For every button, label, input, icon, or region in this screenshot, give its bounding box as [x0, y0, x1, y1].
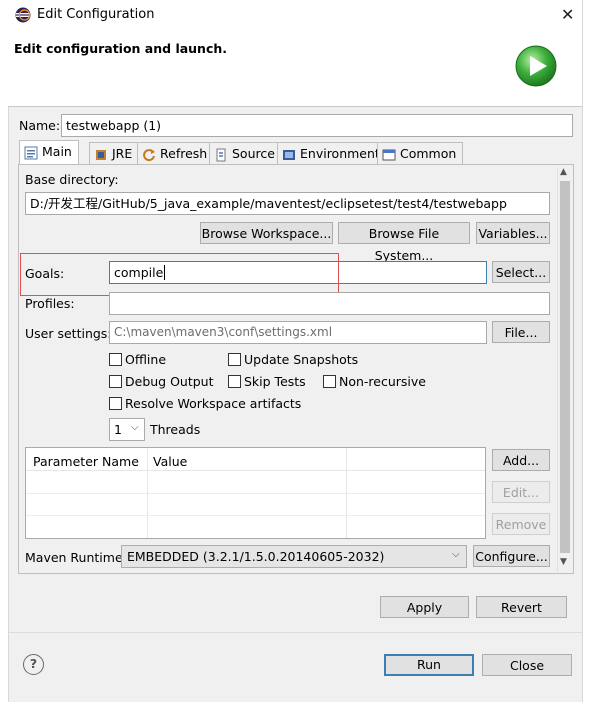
tab-main-label: Main	[42, 144, 72, 159]
scroll-down-icon[interactable]: ▼	[560, 557, 567, 567]
tab-common-label: Common	[400, 146, 457, 161]
run-button[interactable]: Run	[384, 654, 474, 676]
tab-refresh-label: Refresh	[160, 146, 208, 161]
row-divider	[26, 493, 485, 494]
footer-separator	[8, 632, 582, 633]
title-bar[interactable]: Edit Configuration ✕	[8, 0, 582, 32]
background-window-strip-right	[582, 0, 592, 702]
update-snapshots-label: Update Snapshots	[244, 352, 359, 367]
refresh-icon	[143, 148, 155, 161]
offline-label: Offline	[125, 352, 167, 367]
column-header-value[interactable]: Value	[153, 454, 187, 469]
window-title: Edit Configuration	[37, 7, 155, 22]
name-label: Name:	[19, 118, 61, 133]
debug-output-label: Debug Output	[125, 374, 214, 389]
user-settings-value: C:\maven\maven3\conf\settings.xml	[114, 325, 333, 339]
chevron-down-icon: ⌵	[452, 549, 460, 560]
base-directory-value: D:/开发工程/GitHub/5_java_example/maventest/…	[30, 196, 507, 211]
chevron-down-icon: ⌵	[131, 422, 139, 433]
profiles-input[interactable]	[109, 292, 550, 315]
name-input-value: testwebapp (1)	[66, 118, 162, 133]
resolve-workspace-checkbox[interactable]	[109, 397, 122, 410]
environment-icon	[283, 149, 295, 160]
source-icon	[216, 148, 226, 161]
tab-source-label: Source	[232, 146, 275, 161]
revert-button[interactable]: Revert	[476, 596, 567, 618]
non-recursive-label: Non-recursive	[339, 374, 426, 389]
debug-output-checkbox[interactable]	[109, 375, 122, 388]
jre-icon	[96, 149, 106, 160]
threads-select[interactable]: 1 ⌵	[109, 418, 145, 441]
close-button[interactable]: Close	[482, 654, 572, 676]
file-button[interactable]: File...	[492, 321, 550, 343]
tab-source[interactable]: Source	[209, 142, 282, 164]
maven-runtime-label: Maven Runtime:	[25, 550, 127, 565]
help-icon[interactable]: ?	[23, 654, 44, 675]
tab-jre-label: JRE	[112, 146, 133, 161]
tab-environment-label: Environment	[300, 146, 380, 161]
base-directory-label: Base directory:	[25, 172, 119, 187]
column-header-parameter-name[interactable]: Parameter Name	[33, 454, 139, 469]
banner-heading: Edit configuration and launch.	[14, 41, 228, 56]
offline-checkbox[interactable]	[109, 353, 122, 366]
main-tab-icon	[24, 146, 38, 159]
apply-button[interactable]: Apply	[380, 596, 469, 618]
parameter-table[interactable]: Parameter Name Value	[25, 447, 486, 539]
threads-label: Threads	[150, 422, 201, 437]
browse-workspace-button[interactable]: Browse Workspace...	[200, 222, 333, 244]
tab-main[interactable]: Main	[19, 140, 79, 165]
threads-value: 1	[114, 422, 122, 437]
close-icon[interactable]: ✕	[561, 5, 574, 24]
profiles-label: Profiles:	[25, 296, 75, 311]
browse-file-system-button[interactable]: Browse File System...	[338, 222, 470, 263]
remove-parameter-button[interactable]: Remove	[492, 513, 550, 535]
variables-button[interactable]: Variables...	[476, 222, 550, 244]
highlight-annotation-box	[20, 253, 339, 296]
non-recursive-checkbox[interactable]	[323, 375, 336, 388]
scroll-up-icon[interactable]: ▲	[560, 167, 567, 177]
tab-jre[interactable]: JRE	[89, 142, 140, 164]
eclipse-icon	[15, 7, 31, 23]
vertical-scrollbar[interactable]: ▲ ▼	[557, 167, 572, 572]
maven-runtime-select[interactable]: EMBEDDED (3.2.1/1.5.0.20140605-2032) ⌵	[121, 545, 467, 568]
common-icon	[382, 149, 396, 160]
tab-environment[interactable]: Environment	[277, 142, 387, 164]
skip-tests-checkbox[interactable]	[228, 375, 241, 388]
add-parameter-button[interactable]: Add...	[492, 449, 550, 471]
user-settings-input[interactable]: C:\maven\maven3\conf\settings.xml	[109, 321, 487, 344]
select-goals-button[interactable]: Select...	[492, 261, 550, 283]
edit-parameter-button[interactable]: Edit...	[492, 481, 550, 503]
base-directory-input[interactable]: D:/开发工程/GitHub/5_java_example/maventest/…	[25, 192, 550, 215]
name-input[interactable]: testwebapp (1)	[61, 114, 573, 137]
skip-tests-label: Skip Tests	[244, 374, 306, 389]
resolve-workspace-label: Resolve Workspace artifacts	[125, 396, 302, 411]
update-snapshots-checkbox[interactable]	[228, 353, 241, 366]
maven-runtime-value: EMBEDDED (3.2.1/1.5.0.20140605-2032)	[127, 549, 385, 564]
run-launch-icon	[515, 45, 557, 87]
tab-refresh[interactable]: Refresh	[137, 142, 215, 164]
tab-common[interactable]: Common	[377, 142, 464, 164]
configure-runtime-button[interactable]: Configure...	[473, 545, 550, 567]
user-settings-label: User settings:	[25, 326, 112, 341]
dialog-banner: Edit configuration and launch.	[8, 32, 582, 107]
scrollbar-thumb[interactable]	[560, 181, 570, 553]
row-divider	[26, 515, 485, 516]
